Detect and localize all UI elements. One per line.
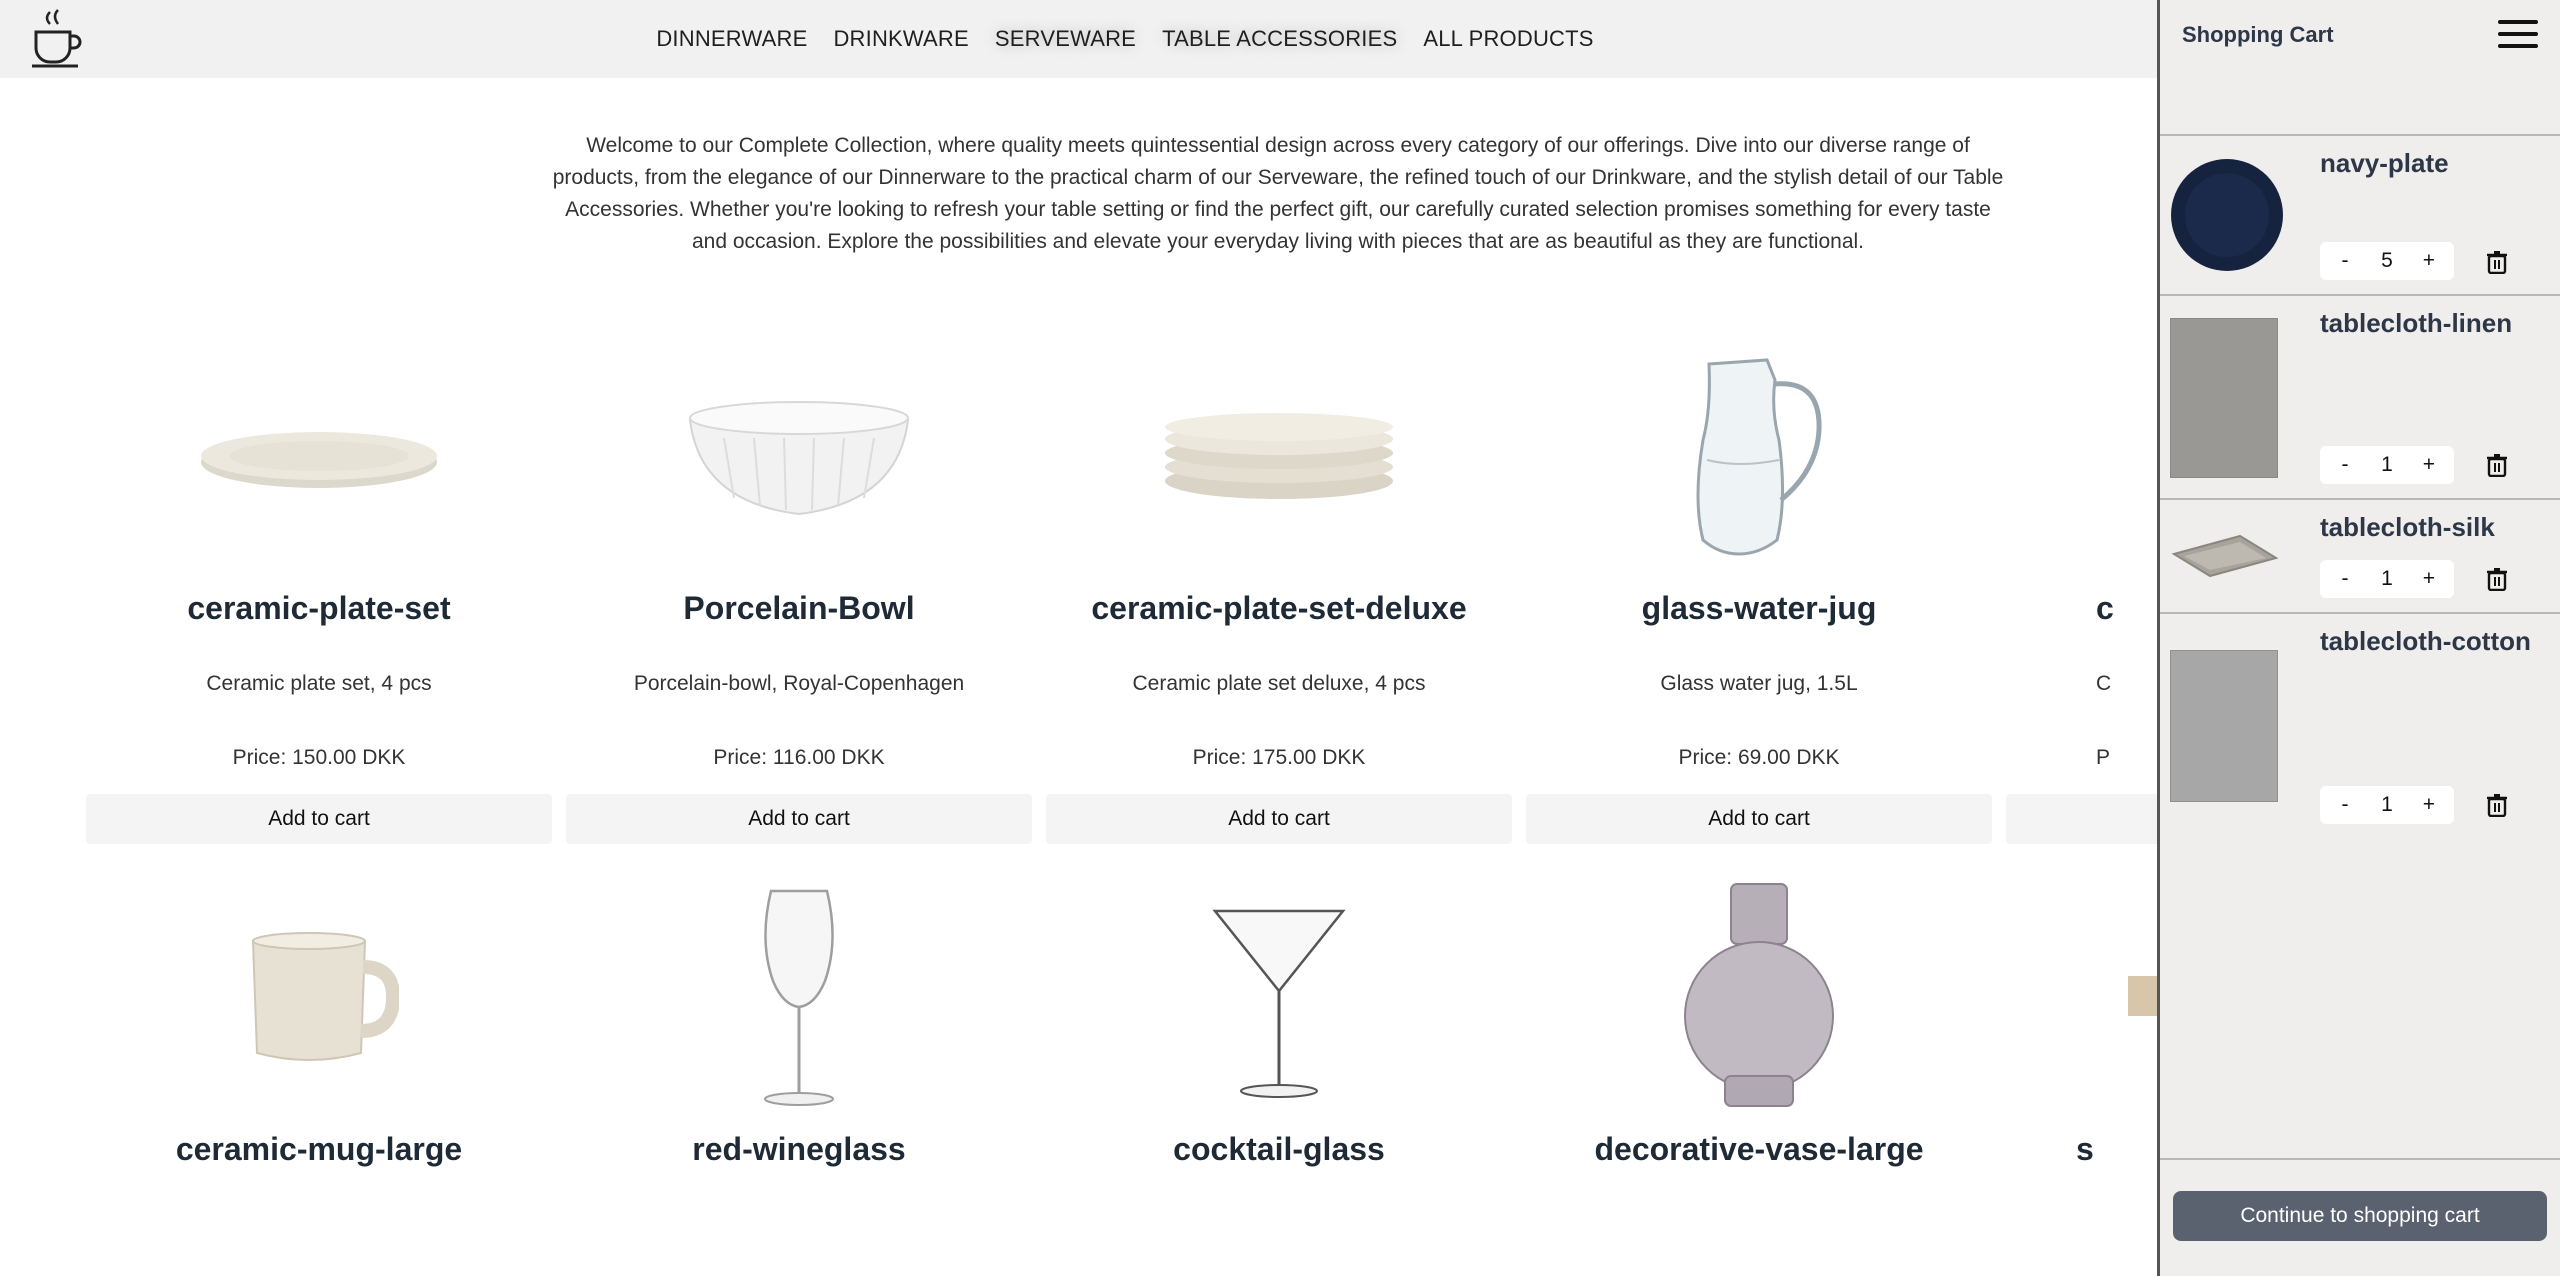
decrease-quantity-button[interactable]: - bbox=[2331, 453, 2359, 477]
quantity-value: 5 bbox=[2381, 249, 2393, 272]
cart-item-image bbox=[2170, 650, 2278, 802]
cart-item: tablecloth-cotton - 1 + bbox=[2160, 612, 2560, 824]
product-description: Ceramic plate set deluxe, 4 pcs bbox=[1132, 672, 1426, 695]
add-to-cart-button[interactable]: Add to cart bbox=[86, 794, 552, 844]
cart-item-name: tablecloth-linen bbox=[2320, 308, 2513, 338]
cart-item-image bbox=[2170, 318, 2278, 478]
product-image[interactable] bbox=[1526, 871, 1992, 1121]
add-to-cart-button[interactable]: Add to cart bbox=[566, 794, 1032, 844]
page: DINNERWARE DRINKWARE SERVEWARE TABLE ACC… bbox=[0, 0, 2560, 1276]
cart-item-image bbox=[2171, 534, 2278, 578]
nav-table-accessories[interactable]: TABLE ACCESSORIES bbox=[1162, 20, 1397, 58]
product-row: ceramic-mug-large red-wineglass cocktail… bbox=[86, 871, 2486, 1181]
product-name[interactable]: ceramic-mug-large bbox=[86, 1131, 552, 1181]
product-name[interactable]: red-wineglass bbox=[566, 1131, 1032, 1181]
quantity-stepper: - 1 + bbox=[2320, 786, 2454, 824]
decrease-quantity-button[interactable]: - bbox=[2331, 249, 2359, 273]
increase-quantity-button[interactable]: + bbox=[2415, 249, 2443, 273]
cart-items-list: navy-plate - 5 + tablecloth-linen - 1 + … bbox=[2160, 134, 2560, 824]
quantity-stepper: - 1 + bbox=[2320, 446, 2454, 484]
cart-item-name: tablecloth-silk bbox=[2320, 512, 2495, 542]
product-card: ceramic-mug-large bbox=[86, 871, 552, 1181]
nav-drinkware[interactable]: DRINKWARE bbox=[833, 20, 968, 58]
product-card: cocktail-glass bbox=[1046, 871, 1512, 1181]
product-name[interactable]: Porcelain-Bowl bbox=[566, 590, 1032, 640]
product-image[interactable] bbox=[1526, 330, 1992, 580]
product-row: ceramic-plate-set Ceramic plate set, 4 p… bbox=[86, 330, 2486, 849]
cart-item-image bbox=[2171, 159, 2283, 271]
cart-item-name: tablecloth-cotton bbox=[2320, 626, 2531, 656]
product-image[interactable] bbox=[1046, 330, 1512, 580]
product-grid: ceramic-plate-set Ceramic plate set, 4 p… bbox=[86, 330, 2486, 1181]
nav-all-products[interactable]: ALL PRODUCTS bbox=[1423, 20, 1593, 58]
product-description: Glass water jug, 1.5L bbox=[1660, 672, 1858, 695]
product-card: glass-water-jug Glass water jug, 1.5L Pr… bbox=[1526, 330, 1992, 849]
add-to-cart-button[interactable]: Add to cart bbox=[1046, 794, 1512, 844]
quantity-stepper: - 1 + bbox=[2320, 560, 2454, 598]
quantity-stepper: - 5 + bbox=[2320, 242, 2454, 280]
cart-item: tablecloth-silk - 1 + bbox=[2160, 498, 2560, 612]
product-description: Porcelain-bowl, Royal-Copenhagen bbox=[633, 672, 965, 695]
product-price: Price: 175.00 DKK bbox=[1192, 746, 1366, 769]
hamburger-menu-icon[interactable] bbox=[2498, 20, 2538, 50]
trash-icon[interactable] bbox=[2486, 567, 2508, 591]
product-price: Price: 116.00 DKK bbox=[713, 746, 885, 769]
collection-intro-text: Welcome to our Complete Collection, wher… bbox=[552, 134, 2004, 253]
top-header: DINNERWARE DRINKWARE SERVEWARE TABLE ACC… bbox=[0, 0, 2160, 78]
product-card: red-wineglass bbox=[566, 871, 1032, 1181]
quantity-value: 1 bbox=[2381, 567, 2393, 590]
add-to-cart-button[interactable]: Add to cart bbox=[1526, 794, 1992, 844]
product-card: ceramic-plate-set-deluxe Ceramic plate s… bbox=[1046, 330, 1512, 849]
cart-title: Shopping Cart bbox=[2182, 22, 2334, 47]
nav-serveware[interactable]: SERVEWARE bbox=[995, 20, 1136, 58]
quantity-value: 1 bbox=[2381, 453, 2393, 476]
increase-quantity-button[interactable]: + bbox=[2415, 453, 2443, 477]
product-image[interactable] bbox=[1046, 871, 1512, 1121]
cart-item: navy-plate - 5 + bbox=[2160, 134, 2560, 294]
increase-quantity-button[interactable]: + bbox=[2415, 793, 2443, 817]
product-description: Ceramic plate set, 4 pcs bbox=[206, 672, 432, 695]
product-image[interactable] bbox=[86, 330, 552, 580]
product-image[interactable] bbox=[566, 871, 1032, 1121]
quantity-value: 1 bbox=[2381, 793, 2393, 816]
decrease-quantity-button[interactable]: - bbox=[2331, 793, 2359, 817]
product-name[interactable]: ceramic-plate-set bbox=[86, 590, 552, 640]
trash-icon[interactable] bbox=[2486, 793, 2508, 817]
cart-item-name: navy-plate bbox=[2320, 148, 2449, 178]
cart-item: tablecloth-linen - 1 + bbox=[2160, 294, 2560, 498]
product-name[interactable]: cocktail-glass bbox=[1046, 1131, 1512, 1181]
product-name[interactable]: decorative-vase-large bbox=[1526, 1131, 1992, 1181]
cart-footer-divider bbox=[2160, 1158, 2560, 1160]
main-nav: DINNERWARE DRINKWARE SERVEWARE TABLE ACC… bbox=[0, 0, 2160, 78]
product-price: Price: 69.00 DKK bbox=[1678, 746, 1840, 769]
product-name[interactable]: glass-water-jug bbox=[1526, 590, 1992, 640]
trash-icon[interactable] bbox=[2486, 453, 2508, 477]
product-image[interactable] bbox=[86, 871, 552, 1121]
decrease-quantity-button[interactable]: - bbox=[2331, 567, 2359, 591]
product-image[interactable] bbox=[566, 330, 1032, 580]
product-name[interactable]: ceramic-plate-set-deluxe bbox=[1046, 590, 1512, 640]
product-card: decorative-vase-large bbox=[1526, 871, 1992, 1181]
nav-dinnerware[interactable]: DINNERWARE bbox=[656, 20, 807, 58]
product-card: Porcelain-Bowl Porcelain-bowl, Royal-Cop… bbox=[566, 330, 1032, 849]
product-card: ceramic-plate-set Ceramic plate set, 4 p… bbox=[86, 330, 552, 849]
continue-to-cart-button[interactable]: Continue to shopping cart bbox=[2173, 1191, 2547, 1241]
increase-quantity-button[interactable]: + bbox=[2415, 567, 2443, 591]
shopping-cart-sidebar: Shopping Cart navy-plate - 5 + tableclot… bbox=[2157, 0, 2560, 1276]
trash-icon[interactable] bbox=[2486, 250, 2508, 274]
product-price: Price: 150.00 DKK bbox=[232, 746, 406, 769]
